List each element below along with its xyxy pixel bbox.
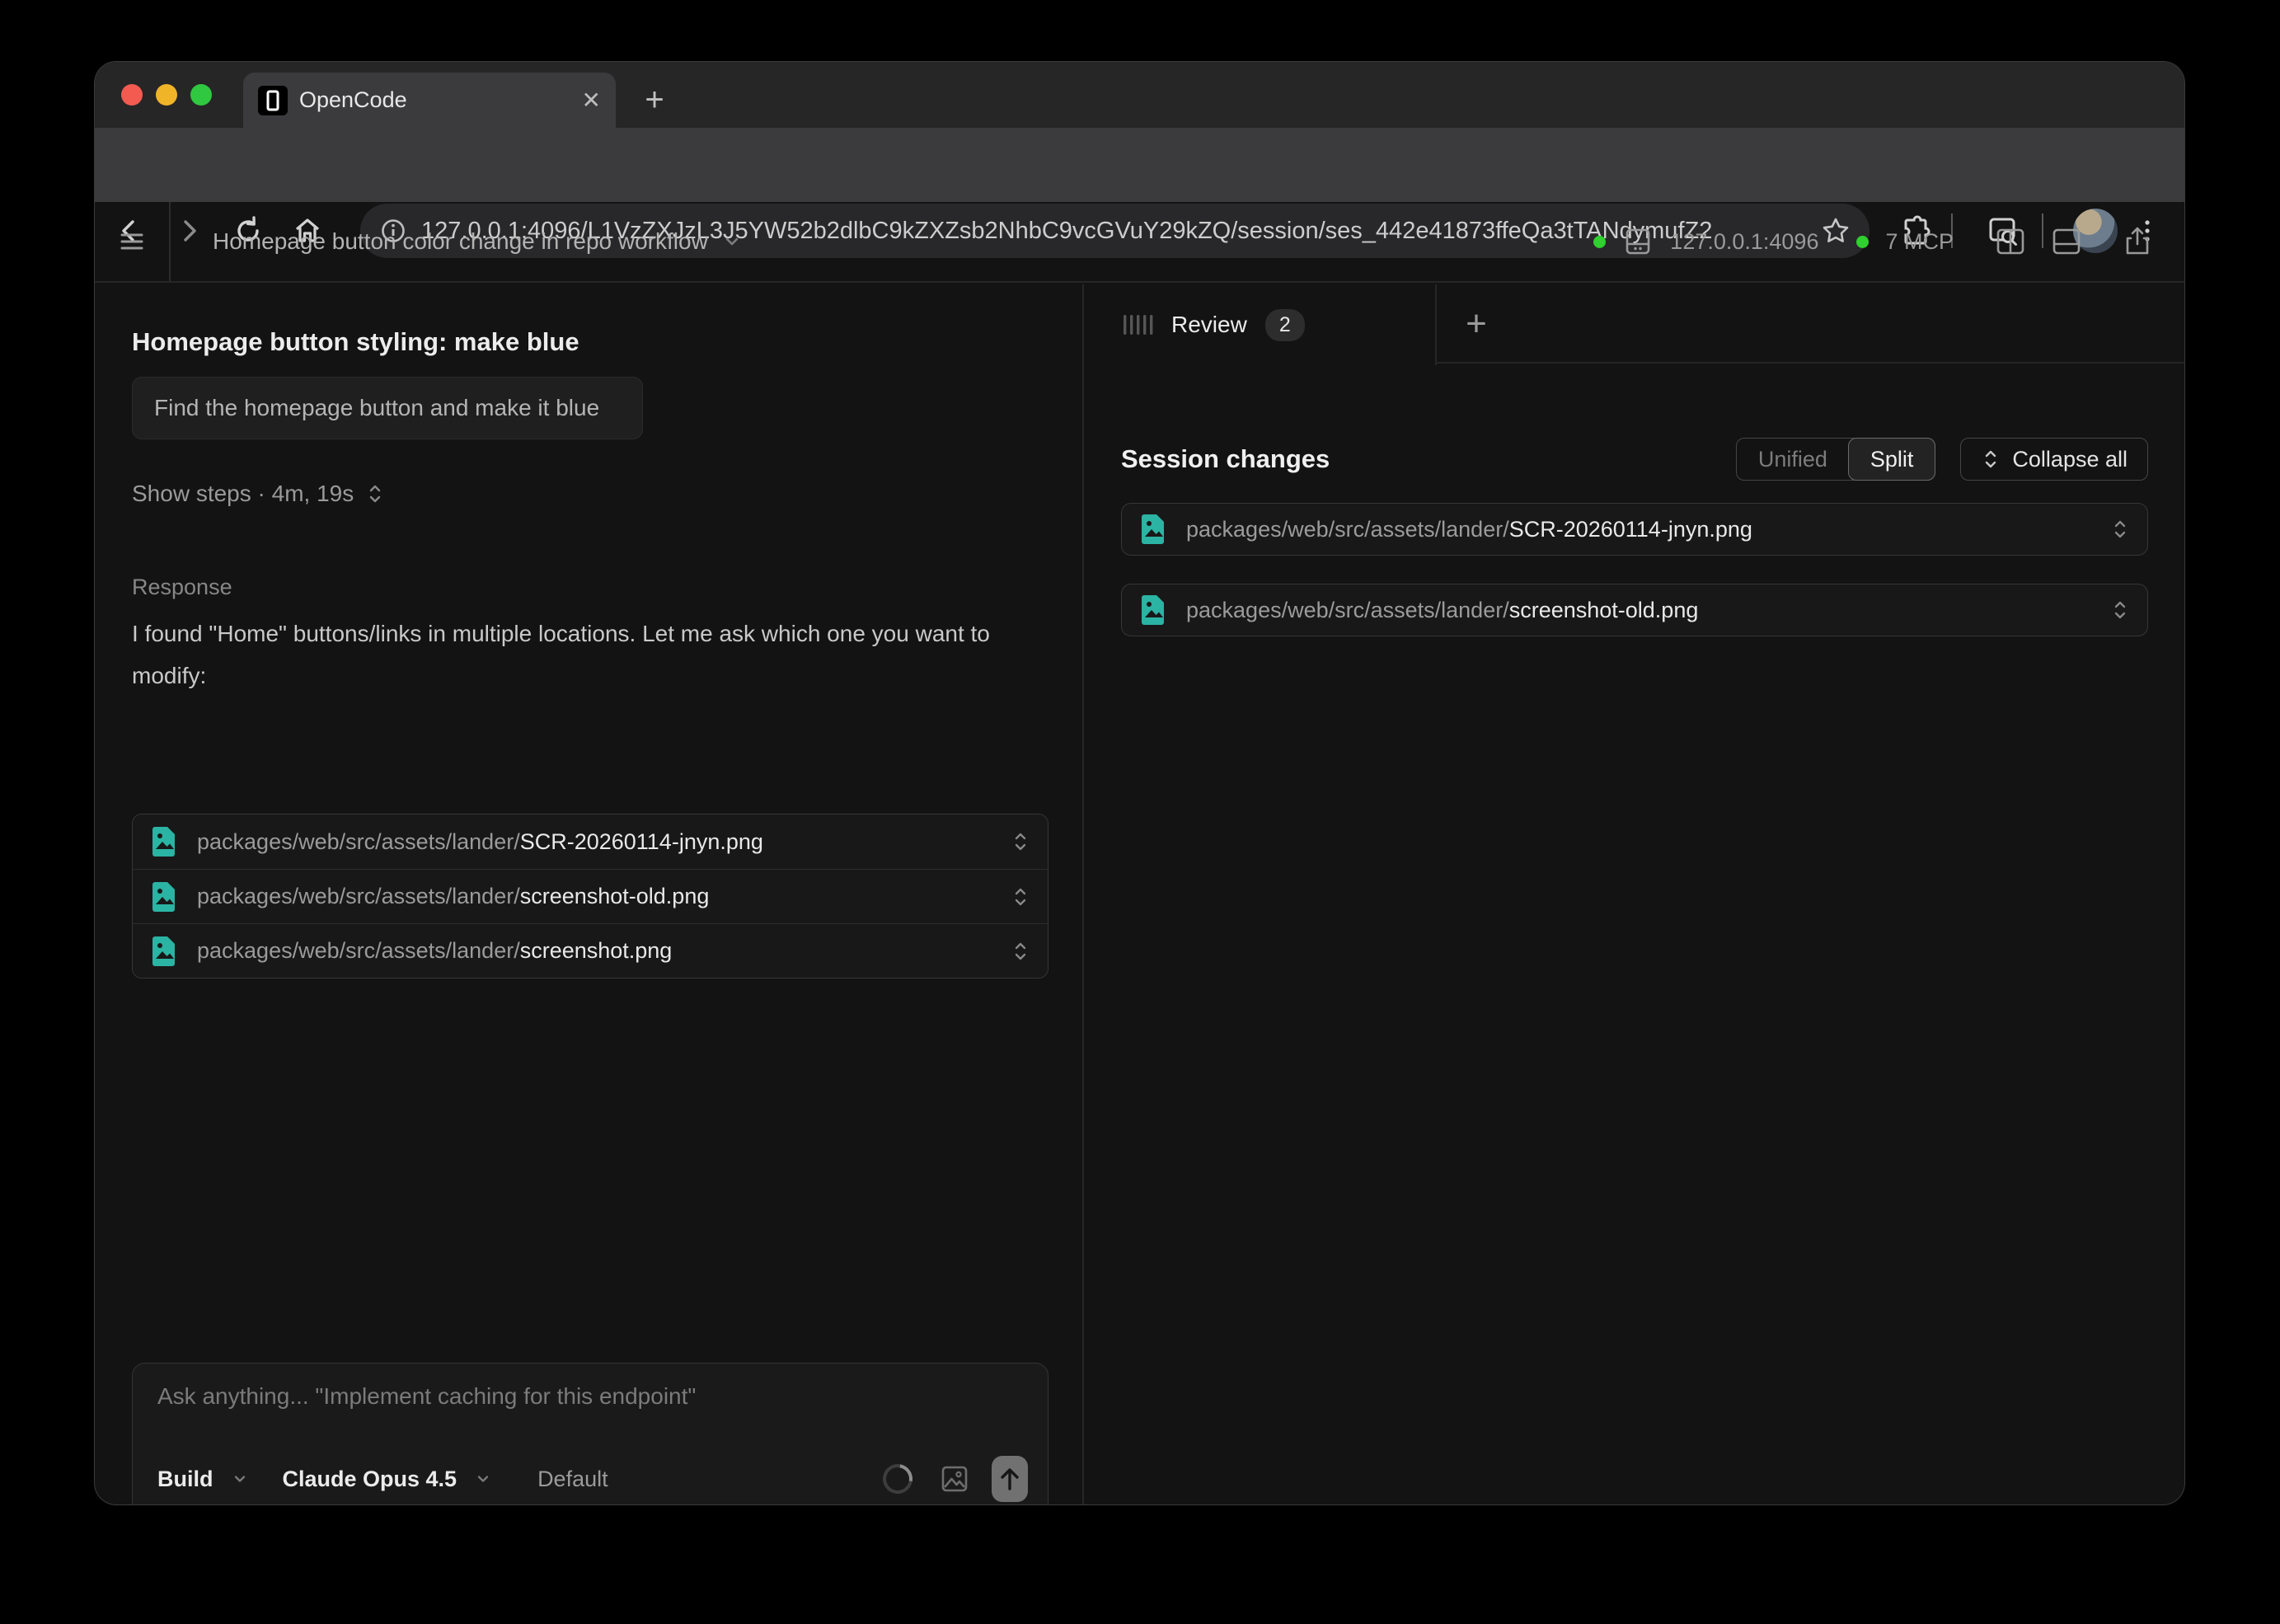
add-tab-button[interactable]: +: [1453, 301, 1499, 347]
hamburger-menu-icon: [115, 225, 148, 258]
sidebar-toggle-button[interactable]: [95, 202, 171, 281]
file-row[interactable]: packages/web/src/assets/lander/screensho…: [133, 923, 1048, 978]
diff-view-segmented-control: Unified Split: [1736, 438, 1936, 481]
arrow-up-icon: [997, 1465, 1022, 1493]
unified-view-button[interactable]: Unified: [1737, 439, 1849, 480]
browser-tab-bar: OpenCode ✕ +: [95, 62, 2184, 128]
expand-collapse-icon[interactable]: [2111, 598, 2129, 622]
browser-window: OpenCode ✕ + 127.0.0.1:4096/L1VzZXJzL3J5…: [95, 62, 2184, 1504]
file-name: screenshot-old.png: [520, 884, 710, 908]
image-file-icon: [1140, 594, 1168, 627]
session-title-text: Homepage button color change in repo wor…: [213, 228, 708, 255]
file-name: SCR-20260114-jnyn.png: [520, 829, 763, 854]
chat-file-list: packages/web/src/assets/lander/SCR-20260…: [132, 814, 1049, 979]
share-icon[interactable]: [2120, 224, 2155, 259]
expand-collapse-icon[interactable]: [1011, 885, 1030, 909]
browser-toolbar: 127.0.0.1:4096/L1VzZXJzL3J5YW52b2dlbC9kZ…: [95, 128, 2184, 202]
chat-session-heading: Homepage button styling: make blue: [132, 327, 579, 357]
minimize-window-button[interactable]: [156, 84, 177, 106]
file-row[interactable]: packages/web/src/assets/lander/SCR-20260…: [133, 814, 1048, 869]
panel-divider[interactable]: [1082, 284, 1084, 1504]
user-message-text: Find the homepage button and make it blu…: [154, 395, 599, 421]
chevron-up-down-icon: [1981, 448, 2001, 471]
chevron-up-down-icon: [365, 482, 385, 505]
model-selector[interactable]: Claude Opus 4.5: [283, 1467, 457, 1492]
image-file-icon: [1140, 513, 1168, 546]
opencode-favicon-icon: [258, 86, 288, 115]
collapse-all-label: Collapse all: [2012, 447, 2128, 472]
file-row[interactable]: packages/web/src/assets/lander/screensho…: [133, 869, 1048, 923]
chevron-down-icon: [475, 1471, 491, 1487]
image-file-icon: [151, 935, 179, 968]
new-tab-button[interactable]: +: [635, 80, 674, 120]
attach-image-icon[interactable]: [937, 1462, 972, 1496]
agent-selector[interactable]: Default: [537, 1467, 608, 1492]
file-name: SCR-20260114-jnyn.png: [1509, 517, 1752, 542]
collapse-all-button[interactable]: Collapse all: [1960, 438, 2148, 481]
review-count-badge: 2: [1265, 309, 1305, 341]
expand-collapse-icon[interactable]: [2111, 517, 2129, 542]
session-changes-heading: Session changes: [1121, 444, 1736, 474]
split-columns-icon[interactable]: [1993, 224, 2028, 259]
review-tab-label: Review: [1171, 312, 1247, 338]
tab-close-icon[interactable]: ✕: [582, 89, 601, 112]
file-dir: packages/web/src/assets/lander/: [197, 829, 520, 854]
response-label: Response: [132, 575, 232, 600]
drag-handle-icon[interactable]: [1122, 312, 1153, 337]
composer-input[interactable]: [157, 1383, 1023, 1410]
file-dir: packages/web/src/assets/lander/: [197, 938, 520, 963]
app-content: Homepage button styling: make blue Find …: [95, 284, 2184, 1504]
changed-file-row[interactable]: packages/web/src/assets/lander/SCR-20260…: [1121, 503, 2148, 556]
expand-collapse-icon[interactable]: [1011, 939, 1030, 964]
image-file-icon: [151, 880, 179, 913]
file-dir: packages/web/src/assets/lander/: [1186, 517, 1509, 542]
browser-tab[interactable]: OpenCode ✕: [243, 73, 616, 128]
app-header: Homepage button color change in repo wor…: [95, 202, 2184, 283]
review-tab-strip: Review 2 +: [1084, 284, 2184, 364]
file-dir: packages/web/src/assets/lander/: [1186, 598, 1509, 622]
mcp-status-dot: [1856, 236, 1869, 248]
tab-review[interactable]: Review 2: [1084, 284, 1437, 365]
mcp-count-label[interactable]: 7 MCP: [1885, 229, 1954, 255]
split-view-button[interactable]: Split: [1848, 438, 1936, 481]
changed-file-row[interactable]: packages/web/src/assets/lander/screensho…: [1121, 584, 2148, 636]
split-rows-icon[interactable]: [2049, 224, 2084, 259]
close-window-button[interactable]: [121, 84, 143, 106]
user-message-card: Find the homepage button and make it blu…: [132, 377, 643, 439]
image-file-icon: [151, 825, 179, 858]
expand-collapse-icon[interactable]: [1011, 829, 1030, 854]
mode-selector[interactable]: Build: [157, 1467, 213, 1492]
response-text: I found "Home" buttons/links in multiple…: [132, 613, 1043, 697]
file-dir: packages/web/src/assets/lander/: [197, 884, 520, 908]
composer: Build Claude Opus 4.5 Default: [132, 1363, 1049, 1504]
session-title-dropdown[interactable]: Homepage button color change in repo wor…: [213, 202, 741, 281]
tab-title: OpenCode: [299, 87, 570, 113]
app-instance-icon: [1622, 226, 1654, 257]
working-spinner-icon: [877, 1458, 918, 1500]
server-host-label[interactable]: 127.0.0.1:4096: [1670, 229, 1818, 255]
show-steps-label: Show steps · 4m, 19s: [132, 481, 354, 507]
show-steps-toggle[interactable]: Show steps · 4m, 19s: [132, 481, 385, 507]
zoom-window-button[interactable]: [190, 84, 212, 106]
chevron-down-icon: [723, 232, 741, 251]
file-name: screenshot.png: [520, 938, 673, 963]
chevron-down-icon: [232, 1471, 248, 1487]
send-button[interactable]: [992, 1456, 1028, 1502]
file-name: screenshot-old.png: [1509, 598, 1699, 622]
server-status-dot: [1593, 236, 1606, 248]
